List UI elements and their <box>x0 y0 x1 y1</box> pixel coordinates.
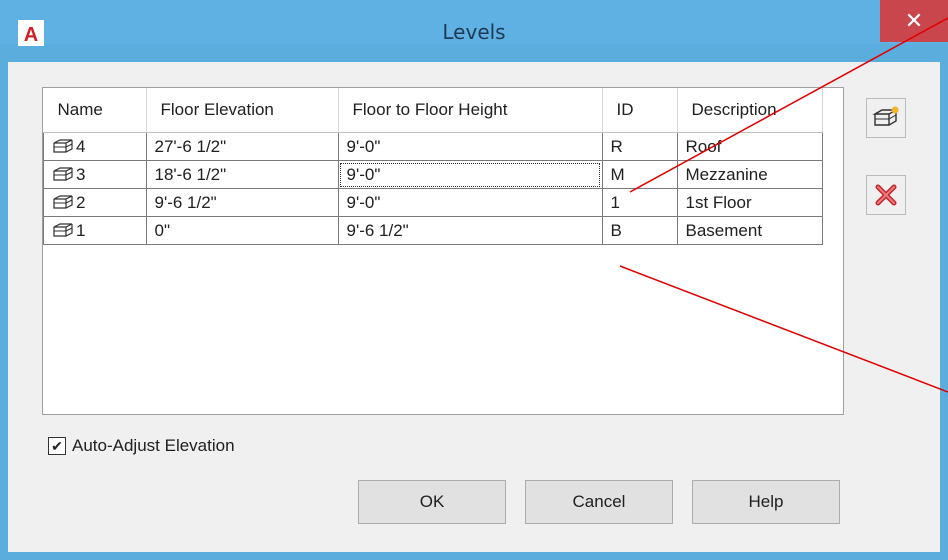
annotation-overlay <box>619 17 948 393</box>
levels-dialog: A Levels ✕ Name Floor Elevation Floor to… <box>0 0 948 560</box>
annotation-line <box>619 265 948 393</box>
annotation-line <box>629 17 948 193</box>
